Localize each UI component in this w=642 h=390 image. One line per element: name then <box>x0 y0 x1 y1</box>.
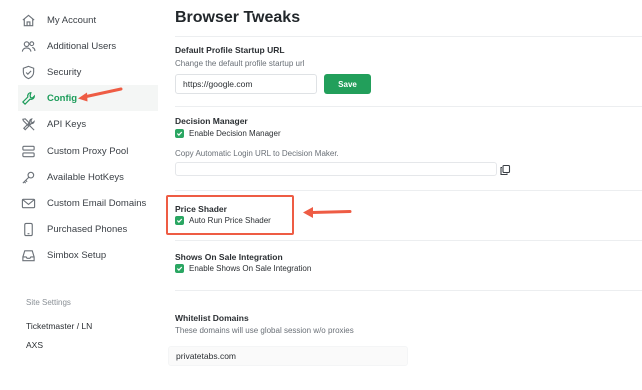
sidebar-item-custom-email-domains[interactable]: Custom Email Domains <box>21 190 161 216</box>
startup-url-subtitle: Change the default profile startup url <box>175 59 305 68</box>
copy-login-url-label: Copy Automatic Login URL to Decision Mak… <box>175 149 339 158</box>
page-title: Browser Tweaks <box>175 9 301 26</box>
sidebar-item-api-keys[interactable]: API Keys <box>21 111 161 137</box>
divider <box>175 190 642 191</box>
sidebar-item-label: Custom Email Domains <box>47 197 147 209</box>
sidebar-item-security[interactable]: Security <box>21 59 161 85</box>
whitelist-domains-title: Whitelist Domains <box>175 313 249 323</box>
divider <box>175 240 642 241</box>
login-url-field[interactable] <box>175 162 497 176</box>
site-link-ticketmaster[interactable]: Ticketmaster / LN <box>26 321 92 331</box>
divider <box>175 106 642 107</box>
startup-url-title: Default Profile Startup URL <box>175 45 285 55</box>
checkbox-label: Enable Shows On Sale Integration <box>189 264 312 273</box>
checkbox-label: Enable Decision Manager <box>189 129 281 138</box>
startup-url-input[interactable] <box>175 74 317 94</box>
home-icon <box>21 13 36 28</box>
save-button[interactable]: Save <box>324 74 371 94</box>
inbox-icon <box>21 248 36 263</box>
divider <box>175 36 642 37</box>
shield-icon <box>21 65 36 80</box>
envelope-icon <box>21 196 36 211</box>
site-link-axs[interactable]: AXS <box>26 340 43 350</box>
annotation-highlight-box <box>166 195 294 235</box>
sidebar-item-additional-users[interactable]: Additional Users <box>21 33 161 59</box>
annotation-arrow-price-shader <box>303 207 352 218</box>
shows-on-sale-title: Shows On Sale Integration <box>175 252 283 262</box>
tools-icon <box>21 117 36 132</box>
site-settings-heading: Site Settings <box>26 298 71 307</box>
phone-icon <box>21 222 36 237</box>
divider <box>175 290 642 291</box>
sidebar-item-label: Security <box>47 66 82 78</box>
decision-manager-title: Decision Manager <box>175 116 248 126</box>
copy-icon[interactable] <box>499 163 511 176</box>
whitelist-domains-subtitle: These domains will use global session w/… <box>175 326 354 335</box>
annotation-arrow-config <box>78 87 123 102</box>
sidebar-item-purchased-phones[interactable]: Purchased Phones <box>21 216 161 242</box>
wrench-icon <box>21 91 36 106</box>
sidebar-item-label: Custom Proxy Pool <box>47 145 129 157</box>
database-icon <box>21 144 36 159</box>
sidebar-item-custom-proxy-pool[interactable]: Custom Proxy Pool <box>21 138 161 164</box>
sidebar-item-label: My Account <box>47 14 97 26</box>
decision-manager-checkbox-row[interactable]: Enable Decision Manager <box>175 129 281 138</box>
shows-on-sale-checkbox-row[interactable]: Enable Shows On Sale Integration <box>175 264 311 273</box>
sidebar-item-available-hotkeys[interactable]: Available HotKeys <box>21 164 161 190</box>
sidebar-item-label: Available HotKeys <box>47 171 124 183</box>
sidebar-item-label: Config <box>47 92 78 104</box>
sidebar-item-simbox-setup[interactable]: Simbox Setup <box>21 242 161 268</box>
key-icon <box>21 170 36 185</box>
shows-on-sale-checkbox[interactable] <box>175 264 184 273</box>
users-icon <box>21 39 36 54</box>
sidebar-item-label: Simbox Setup <box>47 249 107 261</box>
decision-manager-checkbox[interactable] <box>175 129 184 138</box>
sidebar-item-my-account[interactable]: My Account <box>21 7 161 33</box>
whitelist-domain-input[interactable] <box>168 346 408 366</box>
sidebar-item-label: Purchased Phones <box>47 223 128 235</box>
sidebar-item-label: Additional Users <box>47 40 117 52</box>
sidebar-item-label: API Keys <box>47 118 87 130</box>
sidebar: My Account Additional Users Security Con… <box>0 0 162 390</box>
